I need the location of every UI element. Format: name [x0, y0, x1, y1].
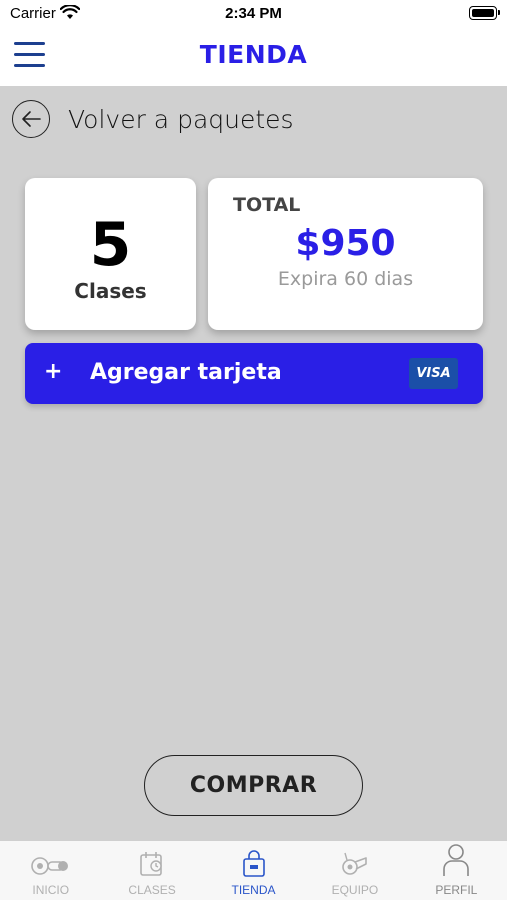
- whistle-home-icon: [30, 857, 68, 875]
- back-to-packages-button[interactable]: Volver a paquetes: [12, 100, 294, 138]
- back-label: Volver a paquetes: [68, 104, 294, 134]
- user-icon: [443, 844, 470, 876]
- tab-perfil[interactable]: PERFIL: [406, 841, 507, 900]
- tab-label: CLASES: [128, 883, 176, 897]
- status-time: 2:34 PM: [225, 5, 282, 22]
- calendar-icon: [140, 852, 162, 876]
- tab-tienda[interactable]: TIENDA: [203, 841, 304, 900]
- plus-icon: +: [44, 359, 63, 384]
- whistle-icon: [342, 852, 367, 875]
- tab-label: INICIO: [32, 883, 70, 897]
- shopping-bag-icon: [242, 850, 265, 877]
- tab-label: TIENDA: [231, 883, 276, 897]
- add-card-label: Agregar tarjeta: [90, 360, 282, 385]
- expiry-text: Expira 60 dias: [277, 268, 414, 290]
- visa-logo: VISA: [409, 358, 458, 389]
- classes-count: 5: [89, 210, 132, 280]
- tab-clases[interactable]: CLASES: [101, 841, 202, 900]
- total-card: TOTAL $950 Expira 60 dias: [208, 178, 483, 330]
- buy-button[interactable]: COMPRAR: [144, 755, 363, 816]
- page-title: TIENDA: [199, 40, 308, 69]
- total-label: TOTAL: [233, 194, 301, 216]
- back-arrow-icon: [12, 100, 50, 138]
- battery-icon: [469, 6, 500, 20]
- status-bar: Carrier 2:34 PM: [0, 0, 507, 28]
- classes-label: Clases: [74, 279, 147, 303]
- tab-inicio[interactable]: INICIO: [0, 841, 101, 900]
- total-amount: $950: [295, 223, 396, 264]
- tab-bar: INICIO CLASES TIENDA EQUIPO PERFIL: [0, 840, 507, 900]
- classes-card: 5 Clases: [25, 178, 196, 330]
- add-card-button[interactable]: + Agregar tarjeta VISA: [25, 343, 483, 404]
- nav-bar: TIENDA: [0, 28, 507, 86]
- tab-equipo[interactable]: EQUIPO: [304, 841, 405, 900]
- tab-label: EQUIPO: [331, 883, 379, 897]
- tab-label: PERFIL: [435, 883, 478, 897]
